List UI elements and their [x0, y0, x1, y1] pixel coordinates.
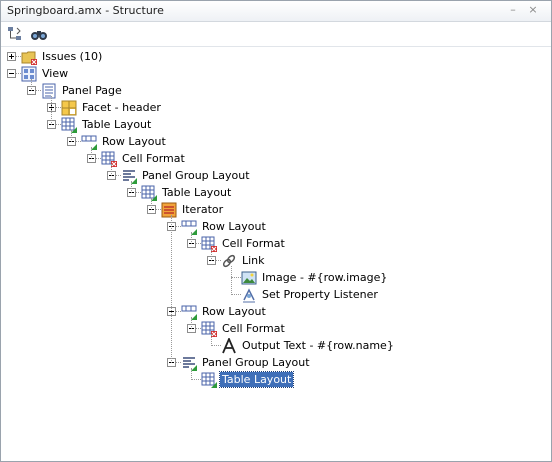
window-title: Springboard.amx - Structure	[7, 4, 164, 17]
tree-guide-line	[191, 317, 192, 329]
tree-guide-line	[111, 164, 112, 176]
folder-issues-icon	[21, 49, 37, 65]
facet-icon	[61, 100, 77, 116]
tree-connector	[211, 345, 221, 346]
tree-node-label[interactable]: Output Text - #{row.name}	[240, 338, 396, 353]
table-layout-icon	[201, 372, 217, 388]
tree-node-label[interactable]: Cell Format	[220, 236, 287, 251]
tree-node-label[interactable]: Iterator	[180, 202, 225, 217]
tree-node[interactable]: Panel Group Layout	[1, 168, 551, 188]
tree-node-label[interactable]: Cell Format	[220, 321, 287, 336]
tree-node-label[interactable]: Link	[240, 253, 267, 268]
tree-guide-line	[191, 368, 192, 380]
close-button[interactable]: ×	[526, 3, 540, 17]
tree-node-label[interactable]: Facet - header	[80, 100, 163, 115]
title-bar: Springboard.amx - Structure – ×	[1, 1, 551, 22]
row-layout-icon	[181, 219, 197, 235]
image-icon	[241, 270, 257, 286]
row-layout-icon	[181, 304, 197, 320]
tree-node[interactable]: Table Layout	[1, 185, 551, 205]
structure-tree: Issues (10) View Panel Page Facet - header T…	[1, 47, 551, 461]
cell-format-icon	[201, 236, 217, 252]
collapse-toggle[interactable]	[7, 69, 16, 78]
cell-format-icon	[101, 151, 117, 167]
tree-node-label[interactable]: Panel Group Layout	[140, 168, 252, 183]
cell-format-icon	[201, 321, 217, 337]
tree-node[interactable]: Row Layout	[1, 134, 551, 154]
output-text-icon	[221, 336, 237, 354]
tree-guide-line	[191, 232, 192, 244]
tree-node-label[interactable]: Set Property Listener	[260, 287, 380, 302]
tree-node-label[interactable]: Table Layout	[160, 185, 233, 200]
tree-connector	[231, 277, 241, 278]
tree-node[interactable]: Iterator	[1, 202, 551, 222]
tree-node-label[interactable]: Row Layout	[100, 134, 168, 149]
tree-node-label[interactable]: Image - #{row.image}	[260, 270, 389, 285]
tree-node-label[interactable]: Table Layout	[218, 371, 295, 388]
tree-node-label[interactable]: Row Layout	[200, 304, 268, 319]
tree-guide-line	[211, 249, 212, 261]
tree-node-label[interactable]: Row Layout	[200, 219, 268, 234]
tree-guide-line	[31, 79, 32, 91]
minimize-button[interactable]: –	[506, 3, 520, 17]
tree-guide-line	[231, 266, 232, 295]
tree-guide-line	[91, 147, 92, 159]
tree-node[interactable]: Cell Format	[1, 151, 551, 171]
table-layout-icon	[61, 117, 77, 133]
tree-node-label[interactable]: Panel Page	[60, 83, 124, 98]
link-icon	[221, 253, 237, 269]
tree-connector	[191, 379, 201, 380]
tree-node[interactable]: Table Layout	[1, 371, 551, 392]
structure-window: Springboard.amx - Structure – × Issues (…	[0, 0, 552, 462]
toolbar	[1, 22, 551, 47]
tree-node-label[interactable]: View	[40, 66, 70, 81]
tree-node[interactable]: Set Property Listener	[1, 287, 551, 307]
tree-node-label[interactable]: Issues (10)	[40, 49, 104, 64]
tree-guide-line	[131, 181, 132, 193]
tree-connector	[231, 294, 241, 295]
tree-node-label[interactable]: Table Layout	[80, 117, 153, 132]
panel-group-icon	[121, 168, 137, 184]
view-icon	[21, 66, 37, 82]
tree-node[interactable]: Issues (10)	[1, 49, 551, 69]
binoculars-icon[interactable]	[29, 24, 49, 44]
tree-guide-line	[151, 198, 152, 210]
tree-node[interactable]: Cell Format	[1, 236, 551, 256]
listener-icon	[241, 287, 257, 303]
panel-group-icon	[181, 355, 197, 371]
tree-node-label[interactable]: Cell Format	[120, 151, 187, 166]
expand-toggle[interactable]	[7, 52, 16, 61]
tree-node-label[interactable]: Panel Group Layout	[200, 355, 312, 370]
tree-guide-line	[171, 215, 172, 363]
tree-guide-line	[51, 96, 52, 125]
table-layout-icon	[141, 185, 157, 201]
iterator-icon	[161, 202, 177, 218]
page-icon	[41, 83, 57, 99]
tree-guide-line	[211, 334, 212, 346]
row-layout-icon	[81, 134, 97, 150]
hierarchy-icon[interactable]	[5, 24, 25, 44]
tree-guide-line	[71, 130, 72, 142]
